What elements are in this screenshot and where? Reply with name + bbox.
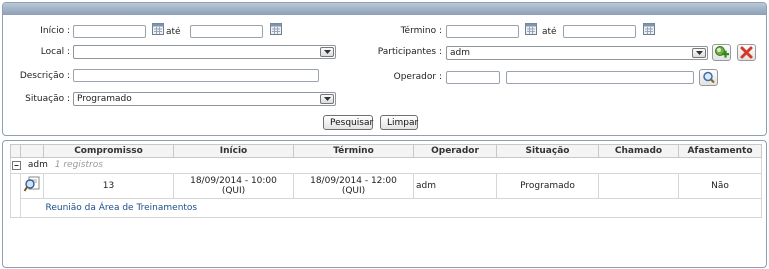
limpar-button[interactable]: Limpar — [380, 115, 418, 130]
operador-label: Operador : — [393, 72, 442, 82]
magnifier-icon — [703, 71, 715, 84]
delete-icon — [740, 46, 753, 59]
table-row: 13 18/09/2014 - 10:00 (QUI) 18/09/2014 - … — [10, 173, 762, 199]
chevron-down-icon — [692, 48, 706, 58]
cell-chamado — [598, 173, 679, 199]
header-spacer — [20, 144, 44, 158]
header-situacao[interactable]: Situação — [496, 144, 599, 158]
header-compromisso[interactable]: Compromisso — [43, 144, 174, 158]
operador-name-field[interactable] — [506, 71, 694, 84]
cell-inicio: 18/09/2014 - 10:00 (QUI) — [173, 173, 294, 199]
inicio-ate-label: até — [166, 27, 181, 37]
group-row: adm 1 registros — [10, 157, 762, 174]
calendar-icon[interactable] — [643, 22, 655, 35]
inicio-date-field[interactable] — [73, 25, 146, 38]
results-table: Compromisso Início Término Operador Situ… — [10, 144, 762, 218]
calendar-icon[interactable] — [152, 22, 164, 35]
situacao-value: Programado — [77, 94, 132, 104]
panel-header-bar — [3, 3, 766, 15]
chevron-down-icon — [320, 47, 334, 57]
description-text[interactable]: Reunião da Área de Treinamentos — [46, 203, 198, 213]
add-user-icon — [715, 46, 729, 58]
local-label: Local : — [40, 47, 70, 57]
cell-situacao: Programado — [496, 173, 599, 199]
header-afastamento[interactable]: Afastamento — [678, 144, 762, 158]
calendar-icon[interactable] — [270, 22, 282, 35]
chevron-down-icon — [320, 94, 334, 104]
descricao-label: Descrição : — [19, 71, 70, 81]
tree-line — [10, 198, 21, 218]
cell-termino: 18/09/2014 - 12:00 (QUI) — [293, 173, 414, 199]
calendar-icon[interactable] — [525, 22, 537, 35]
inicio-label: Início : — [40, 26, 70, 36]
situacao-select[interactable]: Programado — [73, 92, 336, 106]
pesquisar-button[interactable]: Pesquisar — [323, 115, 373, 130]
header-termino[interactable]: Término — [293, 144, 414, 158]
table-header-row: Compromisso Início Término Operador Situ… — [10, 144, 762, 158]
search-operator-button[interactable] — [699, 69, 718, 86]
group-name: adm — [27, 160, 48, 171]
header-chamado[interactable]: Chamado — [598, 144, 679, 158]
collapse-group-button[interactable] — [12, 160, 21, 170]
participantes-select[interactable]: adm — [446, 46, 708, 60]
inicio-ate-date-field[interactable] — [190, 25, 263, 38]
termino-date-field[interactable] — [446, 25, 519, 38]
description-row: Reunião da Área de Treinamentos — [10, 198, 762, 218]
descricao-field[interactable] — [73, 69, 319, 82]
termino-label: Término : — [400, 26, 442, 36]
remove-participant-button[interactable] — [737, 44, 756, 61]
minus-box-icon — [14, 164, 19, 166]
cell-afastamento: Não — [678, 173, 762, 199]
participantes-value: adm — [450, 48, 470, 58]
cell-compromisso: 13 — [43, 173, 174, 199]
cell-operador: adm — [413, 173, 497, 199]
termino-ate-date-field[interactable] — [563, 25, 636, 38]
desc-spacer — [20, 198, 44, 218]
cell-description: Reunião da Área de Treinamentos — [43, 198, 762, 218]
tree-line — [10, 173, 21, 199]
group-count: 1 registros — [54, 160, 103, 171]
header-inicio[interactable]: Início — [173, 144, 294, 158]
header-spacer — [10, 144, 21, 158]
magnifier-document-icon[interactable] — [23, 176, 41, 193]
row-action-cell — [20, 173, 44, 199]
header-operador[interactable]: Operador — [413, 144, 497, 158]
termino-ate-label: até — [542, 27, 557, 37]
local-select[interactable] — [73, 45, 336, 59]
operador-code-field[interactable] — [446, 71, 500, 84]
add-participant-button[interactable] — [712, 44, 731, 61]
participantes-label: Participantes : — [377, 47, 442, 57]
situacao-label: Situação : — [25, 94, 70, 104]
